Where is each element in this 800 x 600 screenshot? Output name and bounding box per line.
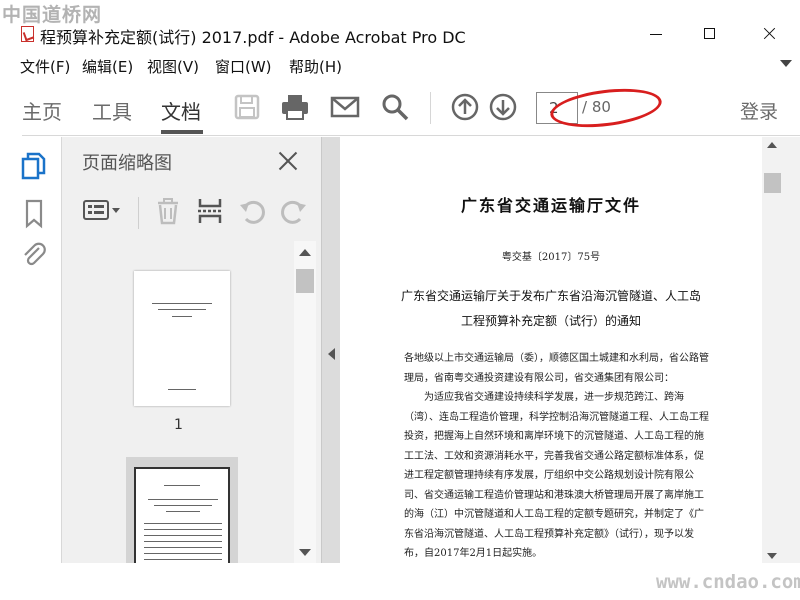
document-subtitle-line1: 广东省交通运输厅关于发布广东省沿海沉管隧道、人工岛	[400, 289, 701, 303]
thumbnail-list: 1	[62, 241, 294, 563]
document-subtitle-line2: 工程预算补充定额（试行）的通知	[460, 314, 641, 328]
page-thumbnail-selected[interactable]	[134, 467, 230, 563]
tab-tools[interactable]: 工具	[92, 96, 132, 125]
scroll-down-icon[interactable]	[299, 549, 311, 556]
pages-icon[interactable]	[20, 151, 48, 181]
rotate-ccw-icon[interactable]	[238, 197, 266, 225]
menu-window[interactable]: 窗口(W)	[215, 56, 272, 77]
save-icon[interactable]	[232, 92, 262, 122]
search-icon[interactable]	[380, 92, 410, 122]
panel-toolbar-separator	[138, 197, 139, 229]
annotation-ellipse	[548, 83, 664, 133]
body-paragraph: 各地级以上市交通运输局（委），顺德区国土城建和水利局，省公路管理局，省南粤交通投…	[404, 353, 709, 384]
arrow-down-circle-icon[interactable]	[488, 92, 518, 122]
bookmark-icon[interactable]	[20, 199, 48, 229]
scroll-down-icon[interactable]	[767, 553, 777, 559]
document-body: 各地级以上市交通运输局（委），顺德区国土城建和水利局，省公路管理局，省南粤交通投…	[404, 349, 710, 564]
menu-help[interactable]: 帮助(H)	[289, 56, 342, 77]
document-view: 广东省交通运输厅文件 粤交基〔2017〕75号 广东省交通运输厅关于发布广东省沿…	[322, 137, 762, 563]
insert-page-icon[interactable]	[196, 197, 224, 225]
minimize-icon	[650, 34, 662, 35]
maximize-icon	[704, 28, 715, 39]
watermark-bottom: www.cndao.com	[656, 571, 800, 593]
menu-edit[interactable]: 编辑(E)	[82, 56, 133, 77]
watermark-top: 中国道桥网	[2, 4, 103, 26]
rotate-cw-icon[interactable]	[280, 197, 308, 225]
attachment-icon[interactable]	[20, 239, 48, 269]
document-page: 广东省交通运输厅文件 粤交基〔2017〕75号 广东省交通运输厅关于发布广东省沿…	[340, 137, 762, 563]
maximize-button[interactable]	[686, 20, 732, 48]
menu-file[interactable]: 文件(F)	[20, 56, 70, 77]
options-icon[interactable]	[82, 197, 124, 225]
body-paragraph: 为适应我省交通建设持续科学发展，进一步规范跨江、跨海（湾）、连岛工程造价管理，科…	[404, 392, 709, 559]
bottom-strip: www.cndao.com	[0, 563, 800, 600]
pdf-file-icon	[21, 26, 34, 42]
delete-icon[interactable]	[154, 197, 182, 225]
title-bar: 中国道桥网 程预算补充定额(试行) 2017.pdf - Adobe Acrob…	[0, 0, 800, 52]
main-toolbar: 主页 工具 文档 2 / 80 登录	[22, 80, 800, 136]
menu-bar: 文件(F) 编辑(E) 视图(V) 窗口(W) 帮助(H)	[0, 54, 800, 78]
scroll-up-icon[interactable]	[767, 142, 777, 148]
close-window-button[interactable]	[746, 20, 792, 48]
tab-document[interactable]: 文档	[161, 96, 201, 125]
page-thumbnail[interactable]	[134, 271, 230, 406]
close-icon[interactable]	[276, 149, 300, 173]
navigation-rail	[0, 137, 62, 563]
document-scrollbar[interactable]	[762, 137, 800, 563]
thumbnail-page-label: 1	[174, 417, 183, 433]
print-icon[interactable]	[280, 92, 310, 122]
panel-title: 页面缩略图	[82, 153, 172, 174]
scrollbar-thumb[interactable]	[296, 269, 314, 293]
arrow-up-circle-icon[interactable]	[450, 92, 480, 122]
window-title: 程预算补充定额(试行) 2017.pdf - Adobe Acrobat Pro…	[40, 28, 466, 47]
scroll-up-icon[interactable]	[299, 249, 311, 256]
minimize-button[interactable]	[634, 20, 680, 48]
document-reference: 粤交基〔2017〕75号	[501, 252, 601, 263]
thumbnail-panel: 页面缩略图 1	[62, 137, 322, 563]
document-title: 广东省交通运输厅文件	[460, 196, 641, 215]
toolbar-separator	[430, 92, 431, 124]
menu-collapse-icon[interactable]	[780, 60, 792, 67]
tab-home[interactable]: 主页	[22, 96, 62, 125]
email-icon[interactable]	[330, 92, 360, 122]
collapse-panel-icon[interactable]	[328, 348, 335, 360]
thumbnail-scrollbar[interactable]	[294, 241, 316, 563]
menu-view[interactable]: 视图(V)	[147, 56, 199, 77]
scrollbar-thumb[interactable]	[764, 173, 781, 193]
active-tab-indicator	[161, 130, 203, 134]
panel-toolbar	[62, 187, 322, 237]
login-button[interactable]: 登录	[740, 97, 778, 124]
